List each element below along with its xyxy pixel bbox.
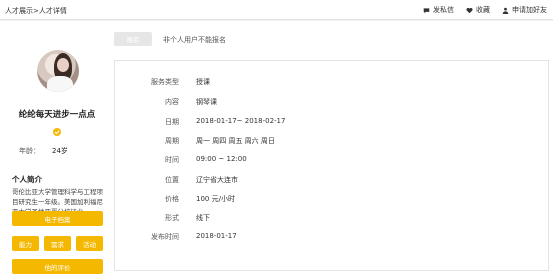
detail-key: 时间 (165, 156, 179, 164)
add-friend-button[interactable]: 申请加好友 (502, 5, 547, 15)
detail-row: 服务类型 授课 (115, 77, 550, 87)
age-value: 24岁 (52, 147, 68, 155)
profile-panel: 纶纶每天进步一点点 年龄： 24岁 个人简介 哥伦比亚大学管理科学与工程项目研究… (0, 21, 114, 278)
detail-key: 发布时间 (151, 233, 179, 241)
demand-button[interactable]: 需求 (44, 236, 71, 251)
detail-row: 位置 辽宁省大连市 (115, 175, 550, 185)
send-message-label: 发私信 (433, 6, 454, 14)
detail-key: 日期 (165, 118, 179, 126)
age-row: 年龄： 24岁 (19, 146, 68, 156)
verified-badge-icon (53, 128, 61, 136)
detail-row: 形式 线下 (115, 213, 550, 223)
top-actions: 发私信 收藏 申请加好友 (423, 5, 547, 15)
breadcrumb[interactable]: 人才展示>人才详情 (5, 6, 67, 16)
age-label: 年龄： (19, 147, 40, 155)
detail-key: 形式 (165, 214, 179, 222)
detail-value: 09:00 ~ 12:00 (196, 155, 247, 163)
detail-value: 2018-01-17 (196, 232, 237, 240)
favorite-button[interactable]: 收藏 (466, 5, 490, 15)
detail-card: 服务类型 授课 内容 钢琴课 日期 2018-01-17~ 2018-02-17… (114, 60, 549, 271)
detail-key: 服务类型 (151, 78, 179, 86)
favorite-label: 收藏 (476, 6, 490, 14)
add-friend-label: 申请加好友 (512, 6, 547, 14)
send-message-button[interactable]: 发私信 (423, 5, 454, 15)
person-icon (502, 7, 509, 14)
detail-value: 周一 周四 周五 周六 周日 (196, 137, 275, 145)
detail-row: 周期 周一 周四 周五 周六 周日 (115, 136, 550, 146)
signup-notice: 非个人用户不能报名 (163, 36, 226, 44)
detail-value: 授课 (196, 78, 210, 86)
detail-value: 钢琴课 (196, 98, 217, 106)
chat-icon (423, 7, 430, 13)
detail-key: 价格 (165, 195, 179, 203)
ability-button[interactable]: 能力 (12, 236, 39, 251)
detail-panel: 报名 非个人用户不能报名 服务类型 授课 内容 钢琴课 日期 2018-01-1… (113, 21, 553, 278)
activity-button[interactable]: 活动 (76, 236, 103, 251)
detail-value: 2018-01-17~ 2018-02-17 (196, 117, 286, 125)
detail-value: 辽宁省大连市 (196, 176, 238, 184)
detail-value: 100 元/小时 (196, 195, 235, 203)
resume-button[interactable]: 电子档案 (12, 211, 103, 226)
signup-button[interactable]: 报名 (114, 32, 152, 46)
detail-value: 线下 (196, 214, 210, 222)
detail-key: 位置 (165, 176, 179, 184)
profile-name: 纶纶每天进步一点点 (18, 110, 96, 120)
detail-key: 内容 (165, 98, 179, 106)
detail-row: 内容 钢琴课 (115, 97, 550, 107)
detail-row: 发布时间 2018-01-17 (115, 232, 550, 242)
detail-row: 价格 100 元/小时 (115, 194, 550, 204)
review-button[interactable]: 他的评价 (12, 259, 103, 274)
detail-key: 周期 (165, 137, 179, 145)
avatar (37, 50, 79, 92)
heart-icon (466, 7, 473, 13)
intro-title: 个人简介 (12, 175, 42, 184)
detail-row: 时间 09:00 ~ 12:00 (115, 155, 550, 165)
detail-row: 日期 2018-01-17~ 2018-02-17 (115, 117, 550, 127)
top-bar: 人才展示>人才详情 发私信 收藏 申请加好友 (0, 0, 553, 20)
